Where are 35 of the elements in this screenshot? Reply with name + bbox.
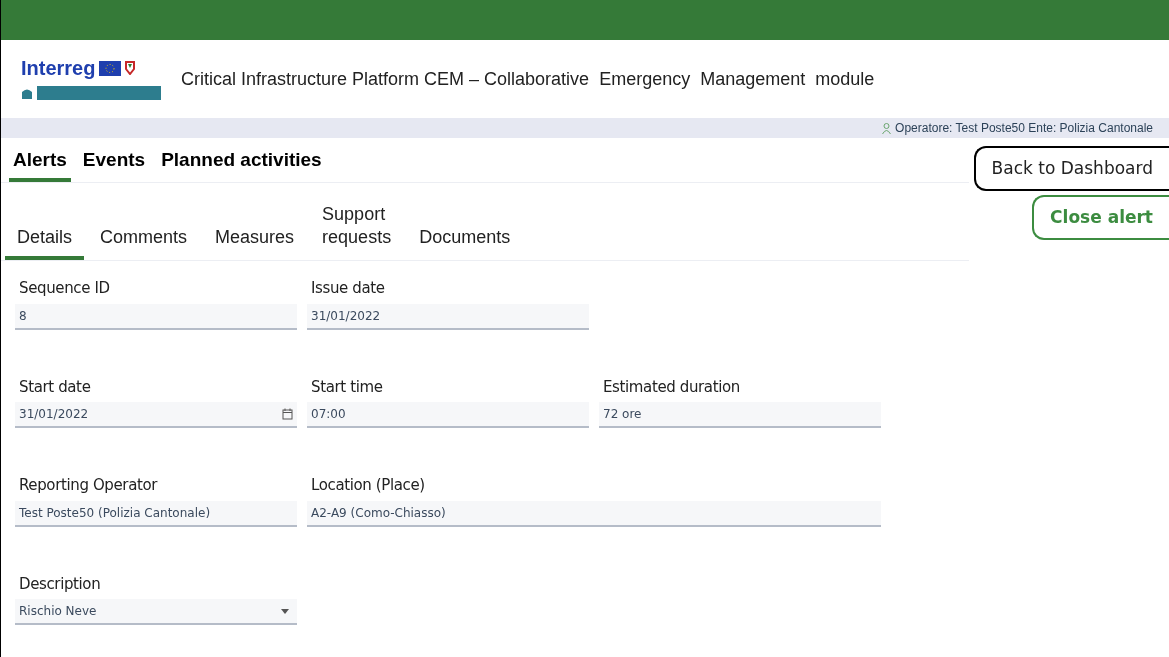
flag-icon <box>99 60 122 76</box>
input-field[interactable]: 8 <box>15 303 297 330</box>
field-label: Start date <box>18 376 92 398</box>
calendar-icon[interactable] <box>282 408 293 420</box>
input-field[interactable]: 31/01/2022 <box>307 303 589 330</box>
sub-tab[interactable]: Support requests <box>310 203 404 260</box>
field-label: Reporting Operator <box>18 475 159 496</box>
app-title: Critical Infrastructure Platform CEM – Collaborative Emergency Management module <box>181 67 875 91</box>
main-tab[interactable]: Planned activities <box>157 145 326 182</box>
sub-tab[interactable]: Details <box>5 225 85 260</box>
input-field[interactable]: Test Poste50 (Polizia Cantonale) <box>15 500 297 527</box>
sub-tab[interactable]: Measures <box>203 225 307 260</box>
field-label: Start time <box>310 376 384 398</box>
back-button[interactable]: Back to Dashboard <box>973 146 1169 191</box>
field-label: Estimated duration <box>602 376 741 398</box>
input-field[interactable]: 72 ore <box>599 402 881 428</box>
date-field[interactable]: 31/01/2022 <box>15 402 297 428</box>
building-icon <box>21 87 33 99</box>
shield-icon <box>125 61 136 75</box>
close-alert-button[interactable]: Close alert <box>1032 195 1169 240</box>
sub-tab[interactable]: Comments <box>88 225 200 260</box>
user-icon <box>882 122 892 134</box>
sub-tab[interactable]: Documents <box>407 225 523 260</box>
input-field[interactable]: A2-A9 (Como-Chiasso) <box>307 500 881 527</box>
main-tab[interactable]: Alerts <box>9 145 71 182</box>
field-label: Sequence ID <box>18 278 111 299</box>
field-label: Issue date <box>310 278 386 299</box>
user-info: Operatore: Test Poste50 Ente: Polizia Cantonale <box>895 120 1153 137</box>
input-field[interactable]: 07:00 <box>307 402 589 428</box>
logo-wordmark: Interreg <box>21 58 96 78</box>
main-tab[interactable]: Events <box>78 145 150 182</box>
field-label: Description <box>18 573 102 595</box>
caret-icon[interactable] <box>281 608 289 614</box>
select-field[interactable]: Rischio Neve <box>15 599 297 625</box>
field-label: Location (Place) <box>310 475 426 496</box>
